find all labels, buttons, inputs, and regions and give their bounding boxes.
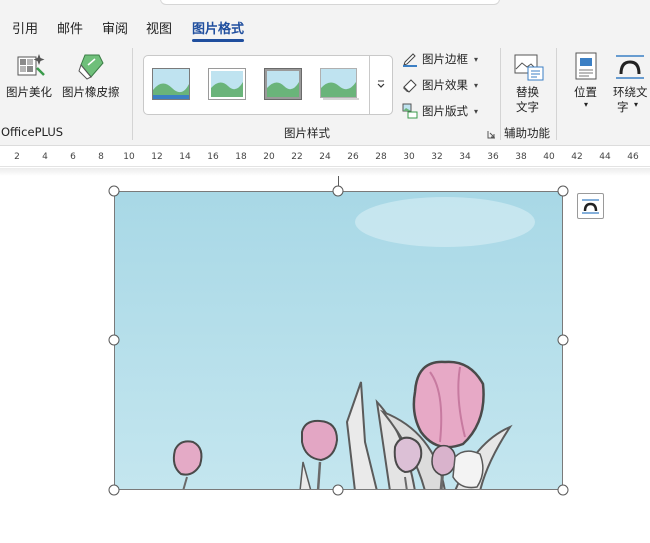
tab-picture-format[interactable]: 图片格式 bbox=[192, 18, 244, 37]
group-label-accessibility: 辅助功能 bbox=[504, 126, 550, 140]
tab-review[interactable]: 审阅 bbox=[102, 18, 128, 37]
ribbon-tabs: 引用 邮件 审阅 视图 图片格式 bbox=[0, 8, 650, 42]
tulip-image bbox=[115, 192, 562, 489]
gallery-more-button[interactable] bbox=[369, 55, 393, 115]
ruler-tick: 24 bbox=[319, 152, 331, 162]
wrap-text-icon[interactable] bbox=[615, 54, 645, 83]
picture-eraser-icon[interactable] bbox=[77, 51, 107, 84]
ruler-tick: 32 bbox=[431, 152, 443, 162]
ruler-tick: 12 bbox=[151, 152, 163, 162]
ruler-tick: 4 bbox=[42, 152, 48, 162]
ruler-tick: 44 bbox=[599, 152, 611, 162]
resize-handle-left[interactable] bbox=[108, 334, 120, 346]
resize-handle-bottom-right[interactable] bbox=[557, 484, 569, 496]
wrap-text-button-line1[interactable]: 环绕文 bbox=[613, 84, 648, 100]
resize-handle-bottom[interactable] bbox=[332, 484, 344, 496]
horizontal-ruler[interactable]: 2 4 6 8 10 12 14 16 18 20 22 24 26 28 30… bbox=[0, 147, 650, 167]
wrap-text-icon bbox=[578, 199, 603, 221]
ruler-tick: 46 bbox=[627, 152, 639, 162]
ruler-tick: 30 bbox=[403, 152, 415, 162]
picture-layout-label: 图片版式 bbox=[422, 104, 468, 118]
tab-view[interactable]: 视图 bbox=[146, 18, 172, 37]
picture-style-thumb-3[interactable] bbox=[264, 68, 302, 100]
position-button[interactable]: 位置 bbox=[574, 84, 597, 100]
tab-mailings[interactable]: 邮件 bbox=[57, 18, 83, 37]
picture-beautify-button[interactable]: 图片美化 bbox=[6, 84, 52, 100]
dropdown-caret-icon: ▾ bbox=[584, 100, 589, 109]
dropdown-caret-icon: ▾ bbox=[474, 106, 479, 116]
selected-picture[interactable] bbox=[114, 191, 563, 490]
pen-icon bbox=[402, 51, 418, 67]
dropdown-caret-icon: ▾ bbox=[474, 54, 479, 64]
ruler-tick: 34 bbox=[459, 152, 471, 162]
ruler-tick: 20 bbox=[263, 152, 275, 162]
resize-handle-top-left[interactable] bbox=[108, 185, 120, 197]
group-label-officeplus: OfficePLUS bbox=[1, 125, 64, 139]
alt-text-icon[interactable] bbox=[514, 54, 544, 85]
group-separator bbox=[556, 48, 557, 140]
chevron-down-icon bbox=[376, 78, 386, 92]
ruler-tick: 2 bbox=[14, 152, 20, 162]
ribbon: 图片美化 图片橡皮擦 OfficePLUS 图片边框 ▾ 图片效果 ▾ 图片版式… bbox=[0, 42, 650, 146]
picture-beautify-icon[interactable] bbox=[16, 51, 46, 84]
ruler-tick: 28 bbox=[375, 152, 387, 162]
alt-text-button-line2[interactable]: 文字 bbox=[516, 99, 539, 115]
picture-effects-button[interactable]: 图片效果 ▾ bbox=[402, 77, 478, 93]
picture-border-button[interactable]: 图片边框 ▾ bbox=[402, 51, 478, 67]
wrap-text-button-line2[interactable]: 字 bbox=[617, 99, 629, 115]
tab-references[interactable]: 引用 bbox=[12, 18, 38, 37]
picture-eraser-button[interactable]: 图片橡皮擦 bbox=[62, 84, 120, 100]
resize-handle-bottom-left[interactable] bbox=[108, 484, 120, 496]
ruler-tick: 22 bbox=[291, 152, 303, 162]
ruler-tick: 40 bbox=[543, 152, 555, 162]
ruler-tick: 8 bbox=[98, 152, 104, 162]
picture-effects-label: 图片效果 bbox=[422, 78, 468, 92]
ruler-tick: 6 bbox=[70, 152, 76, 162]
picture-style-thumb-2[interactable] bbox=[208, 68, 246, 100]
ruler-tick: 42 bbox=[571, 152, 583, 162]
title-bar bbox=[0, 0, 650, 8]
picture-layout-icon bbox=[402, 103, 418, 119]
alt-text-button-line1[interactable]: 替换 bbox=[516, 84, 539, 100]
position-icon[interactable] bbox=[575, 52, 597, 83]
dialog-launcher-icon[interactable] bbox=[487, 128, 496, 142]
layout-options-button[interactable] bbox=[577, 193, 604, 219]
resize-handle-right[interactable] bbox=[557, 334, 569, 346]
search-box-edge[interactable] bbox=[160, 0, 500, 5]
ruler-tick: 16 bbox=[207, 152, 219, 162]
ruler-tick: 14 bbox=[179, 152, 191, 162]
ruler-tick: 10 bbox=[123, 152, 135, 162]
picture-style-thumb-1[interactable] bbox=[152, 68, 190, 100]
picture-style-thumb-4[interactable] bbox=[320, 68, 359, 100]
ruler-tick: 36 bbox=[487, 152, 499, 162]
picture-border-label: 图片边框 bbox=[422, 52, 468, 66]
effects-icon bbox=[402, 77, 418, 93]
group-separator bbox=[500, 48, 501, 140]
page-top-shadow bbox=[0, 168, 650, 176]
picture-layout-button[interactable]: 图片版式 ▾ bbox=[402, 103, 478, 119]
ruler-tick: 26 bbox=[347, 152, 359, 162]
group-label-picture-styles: 图片样式 bbox=[284, 126, 330, 140]
group-separator bbox=[132, 48, 133, 140]
ruler-tick: 38 bbox=[515, 152, 527, 162]
ruler-tick: 18 bbox=[235, 152, 247, 162]
resize-handle-top-right[interactable] bbox=[557, 185, 569, 197]
resize-handle-top[interactable] bbox=[332, 185, 344, 197]
dropdown-caret-icon: ▾ bbox=[474, 80, 479, 90]
dropdown-caret-icon: ▾ bbox=[634, 100, 639, 109]
